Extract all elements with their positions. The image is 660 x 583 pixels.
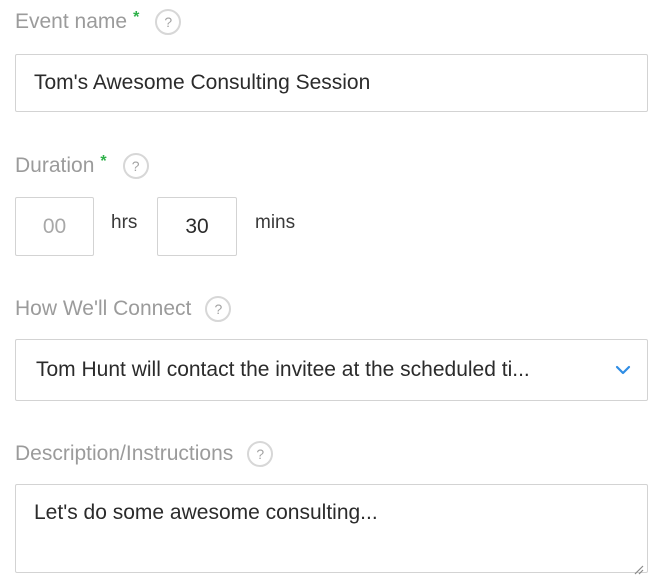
- help-icon[interactable]: ?: [122, 153, 149, 179]
- hours-unit-label: hrs: [111, 212, 138, 233]
- connect-label-row: How We'll Connect ?: [15, 294, 232, 324]
- event-name-input[interactable]: Tom's Awesome Consulting Session: [15, 54, 648, 112]
- duration-label: Duration: [15, 154, 95, 177]
- description-label: Description/Instructions: [15, 442, 234, 465]
- chevron-down-icon[interactable]: [611, 358, 635, 382]
- duration-hours-value: 00: [42, 214, 67, 238]
- required-asterisk: *: [133, 9, 140, 26]
- duration-minutes-input[interactable]: 30: [157, 197, 237, 256]
- connect-method-value: Tom Hunt will contact the invitee at the…: [36, 358, 530, 381]
- help-icon[interactable]: ?: [247, 441, 274, 467]
- minutes-unit-label: mins: [255, 212, 296, 233]
- event-name-value: Tom's Awesome Consulting Session: [34, 71, 371, 94]
- required-asterisk: *: [100, 153, 107, 170]
- event-form: Event name * ? Tom's Awesome Consulting …: [0, 0, 660, 583]
- resize-handle-icon[interactable]: [632, 557, 644, 575]
- connect-label: How We'll Connect: [15, 297, 192, 320]
- help-icon[interactable]: ?: [155, 9, 182, 35]
- event-name-label: Event name: [15, 10, 128, 33]
- description-textarea[interactable]: Let's do some awesome consulting...: [15, 484, 648, 575]
- description-value: Let's do some awesome consulting...: [34, 501, 378, 524]
- help-icon[interactable]: ?: [205, 296, 232, 322]
- duration-label-row: Duration * ?: [15, 151, 149, 181]
- connect-method-select[interactable]: Tom Hunt will contact the invitee at the…: [15, 339, 648, 401]
- description-label-row: Description/Instructions ?: [15, 439, 274, 469]
- duration-hours-input[interactable]: 00: [15, 197, 94, 256]
- event-name-label-row: Event name * ?: [15, 7, 182, 37]
- duration-minutes-value: 30: [185, 214, 209, 238]
